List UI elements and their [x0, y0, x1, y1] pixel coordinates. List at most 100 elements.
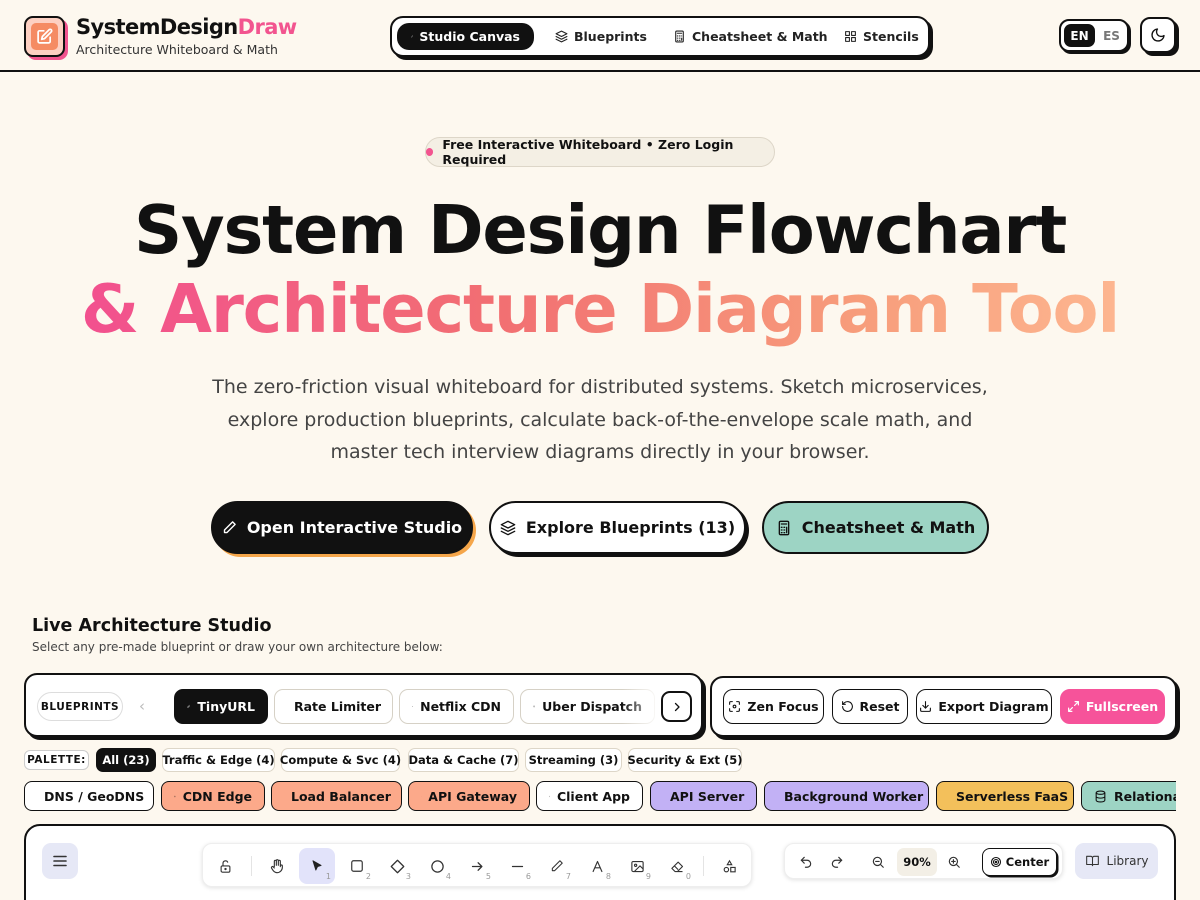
- component-load-balancer[interactable]: Load Balancer: [271, 781, 402, 811]
- component-api-gateway[interactable]: API Gateway: [408, 781, 530, 811]
- canvas-menu-button[interactable]: [42, 843, 78, 879]
- blueprint-netflix-cdn[interactable]: Netflix CDN: [399, 689, 514, 724]
- database-icon: [1095, 790, 1106, 802]
- tab-studio-canvas[interactable]: Studio Canvas: [397, 23, 534, 50]
- component-relational-db[interactable]: Relational: [1081, 781, 1176, 811]
- tab-stencils[interactable]: Stencils: [830, 23, 933, 50]
- lang-en-button[interactable]: EN: [1064, 24, 1095, 47]
- redo-icon: [831, 856, 843, 868]
- component-label: API Server: [670, 788, 745, 804]
- chevron-left-icon[interactable]: ‹: [139, 697, 145, 715]
- library-button[interactable]: Library: [1075, 843, 1158, 879]
- component-client-app[interactable]: Client App: [536, 781, 643, 811]
- undo-button[interactable]: [794, 850, 818, 874]
- cta-label: Explore Blueprints (13): [525, 518, 736, 537]
- component-label: Background Worker: [784, 788, 924, 804]
- fullscreen-button[interactable]: Fullscreen: [1060, 689, 1165, 724]
- palette-label: PALETTE:: [24, 750, 89, 770]
- zoom-level[interactable]: 90%: [897, 848, 937, 876]
- tool-line[interactable]: 6: [499, 848, 535, 884]
- eraser-icon: [670, 861, 683, 872]
- export-diagram-button[interactable]: Export Diagram: [916, 689, 1052, 724]
- arrow-right-icon: [471, 861, 482, 871]
- explore-blueprints-button[interactable]: Explore Blueprints (13): [489, 501, 746, 554]
- component-cdn-edge[interactable]: CDN Edge: [161, 781, 265, 811]
- expand-icon: [1067, 701, 1079, 712]
- tool-draw[interactable]: 7: [539, 848, 575, 884]
- brand-name[interactable]: SystemDesignDraw: [76, 15, 297, 39]
- brand-main: SystemDesign: [76, 15, 238, 39]
- tool-image[interactable]: 9: [619, 848, 655, 884]
- moon-icon: [1151, 28, 1165, 42]
- language-toggle: EN ES: [1059, 19, 1129, 52]
- reset-button[interactable]: Reset: [832, 689, 908, 724]
- zoom-out-button[interactable]: [866, 850, 890, 874]
- blueprint-rate-limiter[interactable]: Rate Limiter: [274, 689, 393, 724]
- zoom-out-icon: [872, 856, 884, 868]
- tool-arrow[interactable]: 5: [459, 848, 495, 884]
- tool-more-shapes[interactable]: [711, 848, 747, 884]
- brand-tagline: Architecture Whiteboard & Math: [76, 42, 278, 57]
- redo-button[interactable]: [825, 850, 849, 874]
- text-icon: [592, 860, 602, 872]
- video-icon: [412, 706, 414, 707]
- tool-ellipse[interactable]: 4: [419, 848, 455, 884]
- tab-cheatsheet[interactable]: Cheatsheet & Math: [659, 23, 842, 50]
- tool-lock[interactable]: [207, 848, 243, 884]
- undo-icon: [800, 856, 812, 868]
- component-palette: DNS / GeoDNS CDN Edge Load Balancer API …: [24, 781, 1176, 813]
- palette-filter-streaming[interactable]: Streaming (3): [525, 748, 622, 772]
- grid-icon: [845, 31, 856, 42]
- tool-select[interactable]: 1: [299, 848, 335, 884]
- tool-text[interactable]: 8: [579, 848, 615, 884]
- lang-es-button[interactable]: ES: [1096, 24, 1127, 47]
- center-button[interactable]: Center: [982, 848, 1057, 876]
- zoom-in-icon: [948, 856, 960, 868]
- component-serverless-faas[interactable]: Serverless FaaS: [936, 781, 1074, 811]
- open-studio-button[interactable]: Open Interactive Studio: [211, 501, 473, 554]
- component-label: Relational: [1114, 788, 1176, 804]
- tool-diamond[interactable]: 3: [379, 848, 415, 884]
- blueprint-label: Netflix CDN: [420, 699, 501, 714]
- component-api-server[interactable]: API Server: [650, 781, 757, 811]
- tool-rectangle[interactable]: 2: [339, 848, 375, 884]
- component-background-worker[interactable]: Background Worker: [764, 781, 929, 811]
- cta-label: Cheatsheet & Math: [801, 518, 976, 537]
- app-logo[interactable]: [24, 16, 65, 57]
- blueprint-selector: BLUEPRINTS ‹ TinyURL Rate Limiter Netfli…: [24, 673, 703, 737]
- palette-filter-all[interactable]: All (23): [96, 748, 156, 772]
- cdn-icon: [174, 795, 176, 797]
- blueprints-label: BLUEPRINTS: [37, 692, 123, 721]
- brand-accent: Draw: [237, 15, 298, 39]
- hamburger-icon: [53, 855, 67, 867]
- drawing-toolbar: 1 2 3 4 5 6 7 8 9 0: [202, 843, 752, 887]
- tab-blueprints[interactable]: Blueprints: [541, 23, 661, 50]
- palette-filter-data[interactable]: Data & Cache (7): [408, 748, 519, 772]
- blueprint-tinyurl[interactable]: TinyURL: [174, 689, 268, 724]
- calculator-icon: [675, 30, 684, 43]
- badge-dot-icon: [426, 148, 434, 156]
- focus-icon: [729, 701, 741, 712]
- tab-label: Cheatsheet & Math: [692, 29, 828, 44]
- tab-label: Stencils: [863, 29, 919, 44]
- hero-title-line2: & Architecture Diagram Tool: [0, 266, 1200, 352]
- palette-filter-security[interactable]: Security & Ext (5): [627, 748, 743, 772]
- hand-icon: [270, 859, 283, 874]
- palette-filter-traffic[interactable]: Traffic & Edge (4): [162, 748, 275, 772]
- tool-hand[interactable]: [259, 848, 295, 884]
- zen-focus-button[interactable]: Zen Focus: [723, 689, 824, 724]
- cursor-arrow-icon: [312, 860, 322, 871]
- palette-filter-compute[interactable]: Compute & Svc (4): [280, 748, 401, 772]
- component-dns[interactable]: DNS / GeoDNS: [24, 781, 154, 811]
- theme-toggle-button[interactable]: [1140, 17, 1176, 53]
- book-icon: [1085, 855, 1099, 867]
- cheatsheet-math-button[interactable]: Cheatsheet & Math: [762, 501, 989, 554]
- calculator-icon: [778, 520, 790, 535]
- layers-icon: [500, 520, 516, 535]
- tab-label: Studio Canvas: [419, 29, 520, 44]
- map-pin-icon: [533, 705, 535, 708]
- zoom-in-button[interactable]: [942, 850, 966, 874]
- tool-eraser[interactable]: 0: [659, 848, 695, 884]
- hero-title-line1: System Design Flowchart: [133, 191, 1067, 269]
- blueprints-next-button[interactable]: [661, 691, 692, 722]
